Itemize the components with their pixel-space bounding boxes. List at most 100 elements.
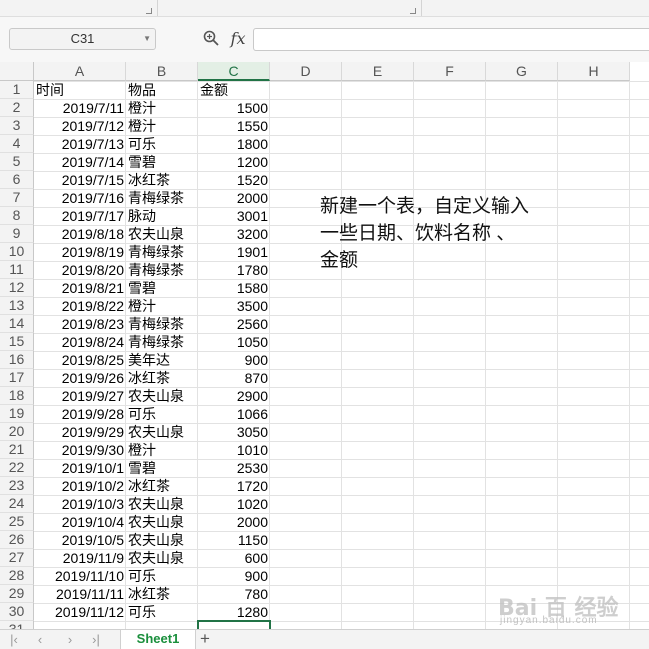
- cell-c19[interactable]: 1066: [198, 405, 270, 423]
- column-header-b[interactable]: B: [126, 62, 198, 81]
- cell-b26[interactable]: 农夫山泉: [126, 531, 198, 549]
- cell-c24[interactable]: 1020: [198, 495, 270, 513]
- cell-c12[interactable]: 1580: [198, 279, 270, 297]
- cell-b17[interactable]: 冰红茶: [126, 369, 198, 387]
- cell-c18[interactable]: 2900: [198, 387, 270, 405]
- cell-a16[interactable]: 2019/8/25: [34, 351, 126, 369]
- cell-a21[interactable]: 2019/9/30: [34, 441, 126, 459]
- cell-b12[interactable]: 雪碧: [126, 279, 198, 297]
- cell-b3[interactable]: 橙汁: [126, 117, 198, 135]
- row-header[interactable]: 26: [0, 531, 34, 549]
- cell-b18[interactable]: 农夫山泉: [126, 387, 198, 405]
- row-header[interactable]: 5: [0, 153, 34, 171]
- cell-b9[interactable]: 农夫山泉: [126, 225, 198, 243]
- row-header[interactable]: 30: [0, 603, 34, 621]
- cell-a25[interactable]: 2019/10/4: [34, 513, 126, 531]
- prev-sheet-icon[interactable]: ‹: [30, 631, 50, 648]
- cell-b4[interactable]: 可乐: [126, 135, 198, 153]
- column-header-f[interactable]: F: [414, 62, 486, 81]
- cell-b20[interactable]: 农夫山泉: [126, 423, 198, 441]
- cell-c6[interactable]: 1520: [198, 171, 270, 189]
- row-header[interactable]: 23: [0, 477, 34, 495]
- cell-c1[interactable]: 金额: [198, 81, 270, 99]
- cell-a2[interactable]: 2019/7/11: [34, 99, 126, 117]
- cell-a29[interactable]: 2019/11/11: [34, 585, 126, 603]
- row-header[interactable]: 1: [0, 81, 34, 99]
- cell-c30[interactable]: 1280: [198, 603, 270, 621]
- cell-a10[interactable]: 2019/8/19: [34, 243, 126, 261]
- cell-a15[interactable]: 2019/8/24: [34, 333, 126, 351]
- row-header[interactable]: 21: [0, 441, 34, 459]
- row-header[interactable]: 25: [0, 513, 34, 531]
- row-header[interactable]: 18: [0, 387, 34, 405]
- row-header[interactable]: 14: [0, 315, 34, 333]
- cell-a20[interactable]: 2019/9/29: [34, 423, 126, 441]
- cell-c10[interactable]: 1901: [198, 243, 270, 261]
- cell-a8[interactable]: 2019/7/17: [34, 207, 126, 225]
- cell-a12[interactable]: 2019/8/21: [34, 279, 126, 297]
- cell-b31[interactable]: [126, 621, 198, 629]
- row-header[interactable]: 22: [0, 459, 34, 477]
- cell-a4[interactable]: 2019/7/13: [34, 135, 126, 153]
- cell-c2[interactable]: 1500: [198, 99, 270, 117]
- cell-c16[interactable]: 900: [198, 351, 270, 369]
- cell-a1[interactable]: 时间: [34, 81, 126, 99]
- cell-c9[interactable]: 3200: [198, 225, 270, 243]
- cell-c25[interactable]: 2000: [198, 513, 270, 531]
- row-header[interactable]: 28: [0, 567, 34, 585]
- cell-c15[interactable]: 1050: [198, 333, 270, 351]
- next-sheet-icon[interactable]: ›: [60, 631, 80, 648]
- expand-corner-icon[interactable]: [146, 8, 152, 14]
- cell-a11[interactable]: 2019/8/20: [34, 261, 126, 279]
- cell-c8[interactable]: 3001: [198, 207, 270, 225]
- cell-a5[interactable]: 2019/7/14: [34, 153, 126, 171]
- cell-a24[interactable]: 2019/10/3: [34, 495, 126, 513]
- column-header-h[interactable]: H: [558, 62, 630, 81]
- cell-c11[interactable]: 1780: [198, 261, 270, 279]
- cell-a18[interactable]: 2019/9/27: [34, 387, 126, 405]
- cell-b13[interactable]: 橙汁: [126, 297, 198, 315]
- cell-b27[interactable]: 农夫山泉: [126, 549, 198, 567]
- cell-c22[interactable]: 2530: [198, 459, 270, 477]
- cell-a31[interactable]: [34, 621, 126, 629]
- cell-a14[interactable]: 2019/8/23: [34, 315, 126, 333]
- cell-c26[interactable]: 1150: [198, 531, 270, 549]
- cell-a30[interactable]: 2019/11/12: [34, 603, 126, 621]
- column-header-c[interactable]: C: [198, 62, 270, 81]
- column-header-e[interactable]: E: [342, 62, 414, 81]
- row-header[interactable]: 7: [0, 189, 34, 207]
- last-sheet-icon[interactable]: ›|: [86, 631, 106, 648]
- cell-b24[interactable]: 农夫山泉: [126, 495, 198, 513]
- column-header-a[interactable]: A: [34, 62, 126, 81]
- row-header[interactable]: 12: [0, 279, 34, 297]
- expand-corner-icon[interactable]: [410, 8, 416, 14]
- cell-a17[interactable]: 2019/9/26: [34, 369, 126, 387]
- cell-b1[interactable]: 物品: [126, 81, 198, 99]
- row-header[interactable]: 6: [0, 171, 34, 189]
- row-header[interactable]: 31: [0, 621, 34, 629]
- cell-area[interactable]: 时间 物品 金额 2019/7/11 橙汁 1500 2019/7/12 橙汁 1550 2019…: [34, 81, 649, 629]
- cell-c23[interactable]: 1720: [198, 477, 270, 495]
- column-header-d[interactable]: D: [270, 62, 342, 81]
- cell-b19[interactable]: 可乐: [126, 405, 198, 423]
- cell-b25[interactable]: 农夫山泉: [126, 513, 198, 531]
- cell-a6[interactable]: 2019/7/15: [34, 171, 126, 189]
- tab-sheet1[interactable]: Sheet1: [120, 630, 196, 649]
- cell-a27[interactable]: 2019/11/9: [34, 549, 126, 567]
- cell-b11[interactable]: 青梅绿茶: [126, 261, 198, 279]
- cell-c3[interactable]: 1550: [198, 117, 270, 135]
- cell-a22[interactable]: 2019/10/1: [34, 459, 126, 477]
- cell-b15[interactable]: 青梅绿茶: [126, 333, 198, 351]
- cell-b5[interactable]: 雪碧: [126, 153, 198, 171]
- cell-b16[interactable]: 美年达: [126, 351, 198, 369]
- cell-b29[interactable]: 冰红茶: [126, 585, 198, 603]
- row-header[interactable]: 20: [0, 423, 34, 441]
- first-sheet-icon[interactable]: |‹: [4, 631, 24, 648]
- cell-a23[interactable]: 2019/10/2: [34, 477, 126, 495]
- cell-a26[interactable]: 2019/10/5: [34, 531, 126, 549]
- cell-b7[interactable]: 青梅绿茶: [126, 189, 198, 207]
- cell-b2[interactable]: 橙汁: [126, 99, 198, 117]
- row-header[interactable]: 8: [0, 207, 34, 225]
- cell-b10[interactable]: 青梅绿茶: [126, 243, 198, 261]
- cell-b30[interactable]: 可乐: [126, 603, 198, 621]
